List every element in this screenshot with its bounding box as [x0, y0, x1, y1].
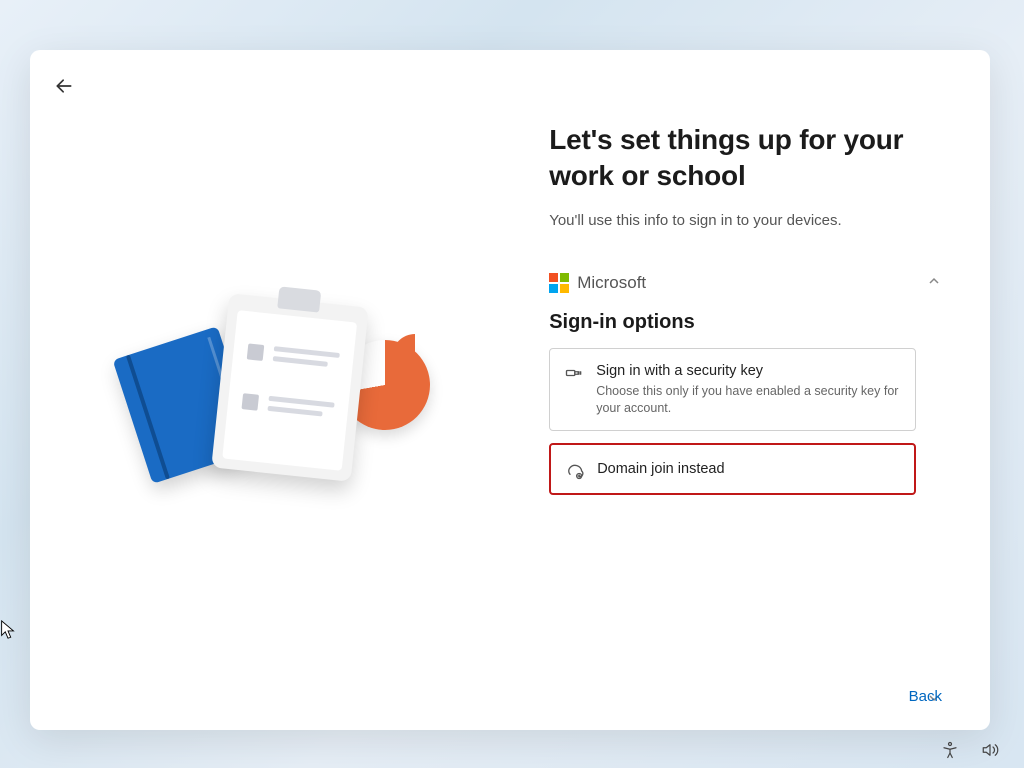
scroll-area: Microsoft Sign-in options Sign in with a…: [549, 273, 942, 706]
oobe-card: Let's set things up for your work or sch…: [30, 50, 990, 730]
scroll-up-icon[interactable]: [926, 273, 942, 289]
page-title: Let's set things up for your work or sch…: [549, 122, 942, 194]
microsoft-brand: Microsoft: [549, 273, 916, 293]
microsoft-label: Microsoft: [577, 273, 646, 293]
option-domain-join[interactable]: Domain join instead: [549, 443, 916, 495]
taskbar-tray: [940, 740, 1000, 760]
volume-icon: [981, 741, 999, 759]
page-subtitle: You'll use this info to sign in to your …: [549, 212, 942, 229]
accessibility-icon: [941, 741, 959, 759]
illustration-pane: [30, 50, 529, 730]
illustration: [130, 280, 430, 500]
volume-button[interactable]: [980, 740, 1000, 760]
option-security-key[interactable]: Sign in with a security key Choose this …: [549, 348, 916, 432]
scrollbar[interactable]: [926, 273, 942, 706]
clipboard-icon: [211, 293, 369, 482]
security-key-icon: [564, 363, 584, 383]
option-domain-join-title: Domain join instead: [597, 461, 898, 477]
back-link[interactable]: Back: [909, 688, 942, 705]
domain-join-icon: [565, 461, 585, 481]
option-security-key-desc: Choose this only if you have enabled a s…: [596, 383, 899, 417]
option-security-key-title: Sign in with a security key: [596, 363, 899, 379]
mouse-cursor-icon: [0, 620, 16, 640]
signin-options-heading: Sign-in options: [549, 311, 916, 334]
content-pane: Let's set things up for your work or sch…: [529, 50, 990, 730]
microsoft-logo-icon: [549, 273, 569, 293]
accessibility-button[interactable]: [940, 740, 960, 760]
footer: Back: [909, 688, 942, 706]
